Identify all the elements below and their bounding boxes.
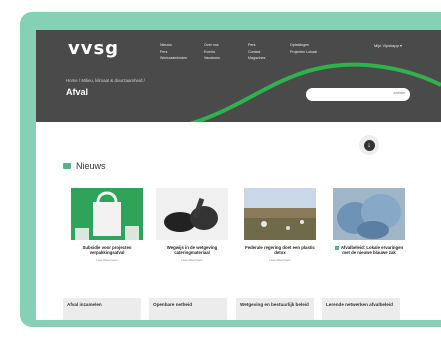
news-card-image: [156, 188, 228, 240]
nav-column-2: Over ons Events Vacatures: [204, 43, 220, 61]
nav-link[interactable]: Over ons: [204, 43, 220, 48]
nav-link[interactable]: Pers: [248, 43, 265, 48]
site-logo[interactable]: vvsg: [68, 38, 119, 59]
blue-bags-illustration: [333, 188, 405, 240]
account-menu[interactable]: Mijn Vipskapp ▾: [374, 43, 402, 48]
news-card-title[interactable]: Subsidie voor projecten verpakkingsafval: [71, 245, 143, 256]
arrow-icon: ↓: [363, 139, 375, 151]
nav-link[interactable]: Magazines: [248, 56, 265, 61]
breadcrumb[interactable]: Home / Milieu, klimaat & duurzaamheid /: [66, 78, 145, 83]
nav-column-3: Pers Contact Magazines: [248, 43, 265, 61]
news-card-image: [244, 188, 316, 240]
nav-link[interactable]: Contact: [248, 50, 265, 55]
news-card-image: [71, 188, 143, 240]
news-icon: [63, 163, 71, 169]
nav-column-1: Nieuws Pers Werkzaamheden: [160, 43, 187, 61]
news-card[interactable]: Subsidie voor projecten verpakkingsafval…: [71, 188, 143, 262]
nav-column-4: Opleidingen Projecten Lokaal: [290, 43, 317, 54]
news-heading: Nieuws: [63, 161, 106, 171]
topic-box[interactable]: Lerende netwerken afvalbeleid: [322, 298, 400, 320]
nav-link[interactable]: Vacatures: [204, 56, 220, 61]
nav-link[interactable]: Events: [204, 50, 220, 55]
action-button[interactable]: ↓: [359, 135, 379, 155]
nav-link[interactable]: Werkzaamheden: [160, 56, 187, 61]
topic-box[interactable]: Openbare netheid: [149, 298, 227, 320]
page-title: Afval: [66, 87, 89, 97]
news-card-image: [333, 188, 405, 240]
topic-box[interactable]: Wetgeving en bestuurlijk beleid: [236, 298, 314, 320]
landscape-photo-illustration: [244, 188, 316, 240]
tableware-illustration: [156, 188, 228, 240]
news-card-meta: Lees Meer/open: [269, 257, 291, 262]
nav-link[interactable]: Pers: [160, 50, 187, 55]
nav-link[interactable]: Projecten Lokaal: [290, 50, 317, 55]
news-card-title[interactable]: Federale regering doet een plastic detox: [244, 245, 316, 256]
news-card[interactable]: Wegwijs in de wetgeving cateringmateriaa…: [156, 188, 228, 262]
search-button[interactable]: zoeken: [393, 91, 405, 95]
news-title: Nieuws: [76, 161, 106, 171]
search-input[interactable]: zoeken: [306, 88, 410, 101]
nav-link[interactable]: Nieuws: [160, 43, 187, 48]
topic-box[interactable]: Afval inzamelen: [63, 298, 141, 320]
news-card[interactable]: Federale regering doet een plastic detox…: [244, 188, 316, 262]
news-card-meta: Lees Meer/open: [181, 257, 203, 262]
news-card-meta: Lees Meer/open: [96, 257, 118, 262]
shopping-bag-illustration: [71, 188, 143, 240]
tag-icon: [334, 245, 339, 250]
news-card[interactable]: Afvalbeleid: Lokale ervaringen met de ni…: [333, 188, 405, 256]
site-header: vvsg Nieuws Pers Werkzaamheden Over ons …: [36, 30, 441, 122]
news-card-title[interactable]: Afvalbeleid: Lokale ervaringen met de ni…: [333, 245, 405, 256]
news-card-title[interactable]: Wegwijs in de wetgeving cateringmateriaa…: [156, 245, 228, 256]
nav-link[interactable]: Opleidingen: [290, 43, 317, 48]
webpage: vvsg Nieuws Pers Werkzaamheden Over ons …: [36, 30, 441, 320]
